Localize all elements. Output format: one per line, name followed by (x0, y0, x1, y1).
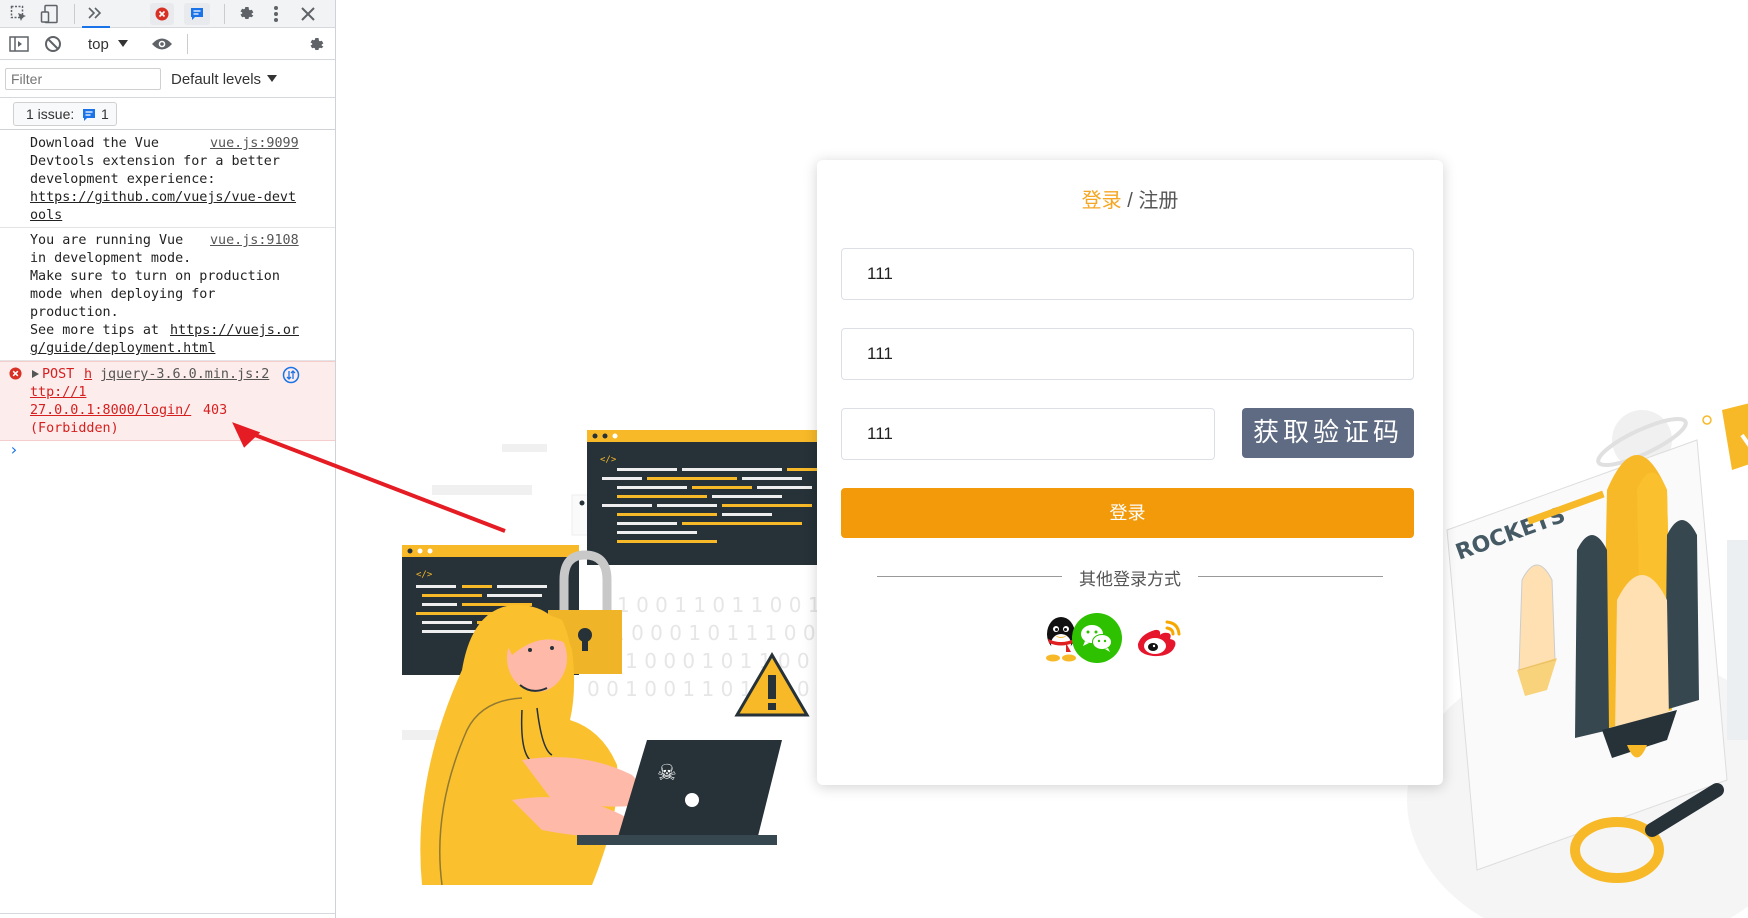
title-separator: / (1121, 190, 1139, 212)
console-toolbar: top (0, 28, 335, 60)
sidebar-toggle-icon[interactable] (9, 36, 29, 52)
gear-icon[interactable] (236, 4, 256, 24)
svg-text:</>: </> (600, 455, 617, 465)
issue-message-icon (191, 8, 203, 20)
request-url-part[interactable]: ttp://1 (30, 384, 86, 402)
source-link[interactable]: vue.js:9099 (210, 135, 299, 153)
issues-count-badge[interactable] (184, 3, 210, 25)
chevron-down-icon (118, 40, 128, 47)
svg-text:</>: </> (416, 570, 433, 580)
log-text: production. (30, 305, 119, 320)
card-title: 登录 / 注册 (817, 184, 1443, 213)
log-text: development experience: (30, 172, 216, 187)
console-message: You are running Vue in development mode.… (0, 228, 335, 361)
context-selector-label: top (88, 36, 109, 53)
device-toggle-icon[interactable] (40, 4, 60, 24)
log-link[interactable]: ools (30, 207, 62, 225)
binary-row: 1 0 1 0 0 0 1 0 1 1 0 0 1 (587, 649, 829, 673)
issue-message-icon (83, 109, 95, 121)
toolbar-divider (74, 4, 75, 24)
log-text: in development mode. (30, 251, 192, 266)
tab-login[interactable]: 登录 (1082, 190, 1122, 212)
other-login-methods-label: 其他登录方式 (1079, 570, 1181, 589)
log-text: Make sure to turn on production (30, 269, 280, 284)
log-text: mode when deploying for (30, 287, 216, 302)
get-code-button[interactable]: 获取验证码 (1242, 408, 1414, 458)
verification-code-input[interactable] (867, 422, 1165, 446)
status-text: (Forbidden) (30, 421, 119, 436)
log-link[interactable]: https://vuejs.or (170, 322, 299, 340)
login-button[interactable]: 登录 (841, 488, 1414, 538)
hacker-illustration: </> </> 1 0 0 1 1 0 1 1 0 0 1 1 1 1 0 0 … (402, 430, 832, 886)
inspect-element-icon[interactable] (10, 5, 28, 23)
context-selector[interactable]: top (80, 33, 134, 55)
verification-code-field[interactable] (841, 408, 1215, 460)
source-link[interactable]: vue.js:9108 (210, 232, 299, 250)
network-request-icon[interactable] (282, 366, 300, 384)
console-settings-gear-icon[interactable] (306, 35, 326, 55)
tab-register[interactable]: 注册 (1138, 190, 1178, 212)
toolbar-divider (187, 34, 188, 54)
devtools-tab-bar (0, 0, 335, 28)
console-message: Download the Vue Devtools extension for … (0, 131, 335, 228)
username-input[interactable] (867, 262, 1324, 286)
request-url-part[interactable]: h (84, 366, 92, 384)
error-icon (155, 7, 169, 21)
request-url-part[interactable]: 27.0.0.1:8000/login/ (30, 402, 191, 420)
login-card: 登录 / 注册 获取验证码 登录 其他登录方式 (817, 160, 1443, 785)
log-levels-label: Default levels (171, 71, 262, 88)
weibo-icon[interactable] (1133, 612, 1185, 664)
rockets-illustration: ROCKETS (1407, 403, 1748, 918)
binary-row: 1 0 0 0 1 0 1 1 1 0 0 0 (612, 621, 832, 645)
issues-count: 1 (101, 106, 109, 122)
log-text: Download the Vue (30, 136, 159, 151)
more-menu-icon[interactable] (272, 4, 280, 24)
issues-button[interactable]: 1 issue: 1 (13, 102, 117, 126)
log-text: You are running Vue (30, 233, 184, 248)
username-field[interactable] (841, 248, 1414, 300)
console-filter-input[interactable] (5, 68, 161, 90)
login-page: </> </> 1 0 0 1 1 0 1 1 0 0 1 1 1 1 0 0 … (337, 0, 1748, 918)
filter-row: Default levels (0, 60, 335, 98)
svg-text:☠: ☠ (657, 761, 677, 786)
console-prompt[interactable]: › (9, 440, 19, 459)
divider-right (1198, 576, 1383, 577)
log-link[interactable]: https://github.com/vuejs/vue-devt (30, 189, 296, 207)
chevron-double-right-icon (88, 7, 102, 19)
issues-row: 1 issue: 1 (0, 98, 335, 130)
status-code: 403 (203, 403, 228, 418)
log-text: See more tips at (30, 323, 168, 338)
devtools-bottom-border (0, 913, 335, 914)
clear-console-icon[interactable] (44, 35, 62, 53)
close-icon[interactable] (300, 6, 316, 22)
password-input[interactable] (867, 342, 1324, 366)
log-levels-dropdown[interactable]: Default levels (171, 68, 281, 90)
binary-row: 1 0 0 1 1 0 1 1 0 0 1 1 1 (617, 593, 832, 617)
source-link[interactable]: jquery-3.6.0.min.js:2 (100, 366, 269, 384)
request-method: POST (42, 367, 75, 382)
password-field[interactable] (841, 328, 1414, 380)
more-tabs-button[interactable] (82, 0, 110, 28)
log-link[interactable]: g/guide/deployment.html (30, 340, 215, 358)
error-count-badge[interactable] (150, 3, 174, 25)
error-icon (9, 367, 22, 380)
eye-icon[interactable] (151, 36, 173, 52)
expand-triangle-icon[interactable] (32, 370, 39, 378)
wechat-icon[interactable] (1071, 612, 1123, 664)
issues-label: 1 issue: (26, 106, 75, 122)
chevron-down-icon (267, 75, 277, 82)
log-text: Devtools extension for a better (30, 154, 280, 169)
toolbar-divider (224, 4, 225, 24)
